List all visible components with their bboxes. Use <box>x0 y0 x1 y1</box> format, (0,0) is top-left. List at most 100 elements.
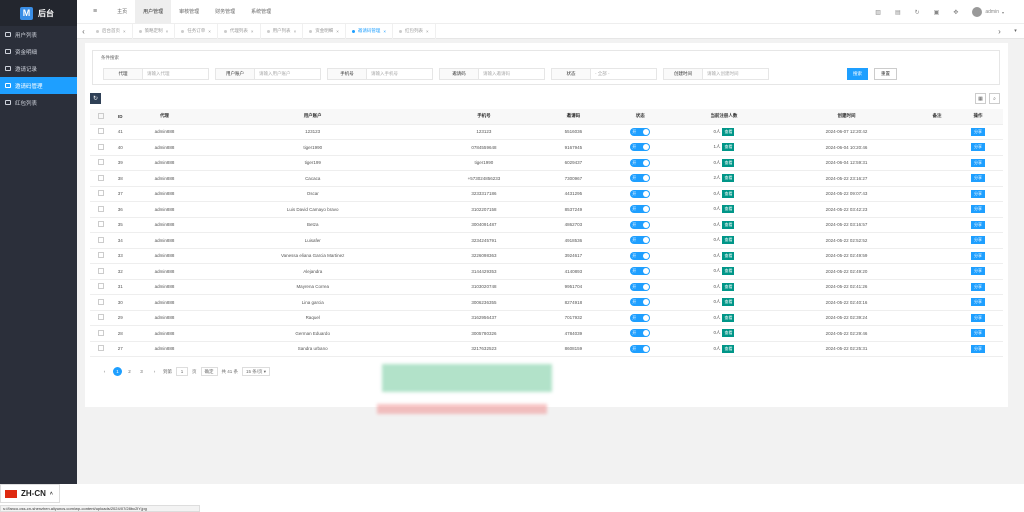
row-checkbox[interactable] <box>97 159 104 166</box>
logo[interactable]: M 后台 <box>0 0 77 26</box>
sidebar-item[interactable]: 邀请记录 <box>0 60 77 77</box>
top-menu-item[interactable]: 用户管理 <box>135 0 172 24</box>
row-checkbox[interactable] <box>97 128 104 135</box>
filter-input[interactable]: 请输入手机号 <box>367 68 433 80</box>
tab[interactable]: 任务订单 × <box>175 23 218 39</box>
sidebar-item[interactable]: 红包列表 <box>0 94 77 111</box>
tab-next-icon[interactable]: › <box>993 27 1006 36</box>
view-button[interactable]: 查看 <box>722 174 735 183</box>
share-button[interactable]: 分享 <box>971 267 986 276</box>
row-checkbox-cell[interactable] <box>90 232 112 249</box>
close-icon[interactable]: × <box>166 29 169 34</box>
table-refresh-button[interactable]: ↻ <box>90 93 101 104</box>
share-button[interactable]: 分享 <box>971 298 986 307</box>
row-checkbox[interactable] <box>97 283 104 290</box>
row-checkbox-cell[interactable] <box>90 325 112 342</box>
search-icon[interactable]: ⌕ <box>989 93 1000 104</box>
share-button[interactable]: 分享 <box>971 143 986 152</box>
view-button[interactable]: 查看 <box>722 189 735 198</box>
row-checkbox-cell[interactable] <box>90 139 112 156</box>
share-button[interactable]: 分享 <box>971 127 986 136</box>
tab[interactable]: 邀请码管理 × <box>346 23 393 39</box>
tab-menu-icon[interactable]: ▾ <box>1009 28 1022 34</box>
status-toggle[interactable]: 开 <box>630 205 651 214</box>
status-toggle[interactable]: 开 <box>630 143 651 152</box>
share-button[interactable]: 分享 <box>971 344 986 353</box>
row-checkbox-cell[interactable] <box>90 341 112 357</box>
goto-page-input[interactable]: 1 <box>176 367 188 376</box>
close-icon[interactable]: × <box>294 29 297 34</box>
row-checkbox-cell[interactable] <box>90 124 112 140</box>
row-checkbox[interactable] <box>97 267 104 274</box>
view-button[interactable]: 查看 <box>722 205 735 214</box>
share-button[interactable]: 分享 <box>971 236 986 245</box>
status-toggle[interactable]: 开 <box>630 313 651 322</box>
note-icon[interactable]: ▤ <box>895 9 901 16</box>
reset-button[interactable]: 重置 <box>874 68 897 80</box>
close-icon[interactable]: × <box>208 29 211 34</box>
select-all-checkbox[interactable] <box>97 112 104 119</box>
row-checkbox[interactable] <box>97 143 104 150</box>
next-page-icon[interactable]: › <box>150 367 159 376</box>
view-button[interactable]: 查看 <box>722 298 735 307</box>
status-toggle[interactable]: 开 <box>630 344 651 353</box>
page-number[interactable]: 3 <box>137 367 146 376</box>
row-checkbox[interactable] <box>97 236 104 243</box>
share-button[interactable]: 分享 <box>971 329 986 338</box>
row-checkbox-cell[interactable] <box>90 310 112 326</box>
top-menu-item[interactable]: 主页 <box>109 0 135 24</box>
top-menu-item[interactable]: 审核管理 <box>171 0 207 24</box>
share-button[interactable]: 分享 <box>971 158 986 167</box>
row-checkbox[interactable] <box>97 205 104 212</box>
share-button[interactable]: 分享 <box>971 282 986 291</box>
status-toggle[interactable]: 开 <box>630 158 651 167</box>
view-button[interactable]: 查看 <box>722 127 735 136</box>
tab[interactable]: 用户列表 × <box>261 23 304 39</box>
close-icon[interactable]: × <box>336 29 339 34</box>
tab[interactable]: 后台首页 × <box>90 23 133 39</box>
row-checkbox-cell[interactable] <box>90 248 112 264</box>
prev-page-icon[interactable]: ‹ <box>100 367 109 376</box>
view-button[interactable]: 查看 <box>722 143 735 152</box>
close-icon[interactable]: × <box>251 29 254 34</box>
row-checkbox[interactable] <box>97 221 104 228</box>
status-toggle[interactable]: 开 <box>630 329 651 338</box>
view-button[interactable]: 查看 <box>722 267 735 276</box>
row-checkbox[interactable] <box>97 329 104 336</box>
close-icon[interactable]: × <box>123 29 126 34</box>
row-checkbox-cell[interactable] <box>90 279 112 295</box>
column-header[interactable] <box>90 109 112 125</box>
tab-prev-icon[interactable]: ‹ <box>77 27 90 36</box>
row-checkbox[interactable] <box>97 174 104 181</box>
share-button[interactable]: 分享 <box>971 174 986 183</box>
view-button[interactable]: 查看 <box>722 236 735 245</box>
menu-toggle-icon[interactable]: ≡ <box>93 8 97 15</box>
share-button[interactable]: 分享 <box>971 220 986 229</box>
language-switcher[interactable]: ZH-CN ˄ <box>0 484 60 503</box>
tab[interactable]: 代理列表 × <box>218 23 261 39</box>
row-checkbox[interactable] <box>97 252 104 259</box>
row-checkbox-cell[interactable] <box>90 217 112 233</box>
filter-input[interactable]: - 全部 - <box>591 68 657 80</box>
top-menu-item[interactable]: 财务管理 <box>207 0 243 24</box>
tab[interactable]: 红包列表 × <box>393 23 436 39</box>
user-menu[interactable]: admin ▾ <box>972 7 1004 17</box>
row-checkbox[interactable] <box>97 298 104 305</box>
close-icon[interactable]: × <box>426 29 429 34</box>
status-toggle[interactable]: 开 <box>630 298 651 307</box>
goto-confirm-button[interactable]: 确定 <box>200 367 218 376</box>
sidebar-item[interactable]: 邀请码管理 <box>0 77 77 94</box>
row-checkbox-cell[interactable] <box>90 294 112 311</box>
filter-input[interactable]: 请输入创建时间 <box>703 68 769 80</box>
page-number[interactable]: 2 <box>125 367 134 376</box>
share-button[interactable]: 分享 <box>971 313 986 322</box>
row-checkbox[interactable] <box>97 345 104 352</box>
filter-input[interactable]: 请输入用户账户 <box>255 68 321 80</box>
tab[interactable]: 策略定制 × <box>133 23 176 39</box>
fullscreen-icon[interactable]: ✥ <box>953 9 958 16</box>
per-page-select[interactable]: 15 条/页 ▾ <box>242 367 271 376</box>
status-toggle[interactable]: 开 <box>630 251 651 260</box>
row-checkbox-cell[interactable] <box>90 263 112 280</box>
status-toggle[interactable]: 开 <box>630 189 651 198</box>
status-toggle[interactable]: 开 <box>630 220 651 229</box>
